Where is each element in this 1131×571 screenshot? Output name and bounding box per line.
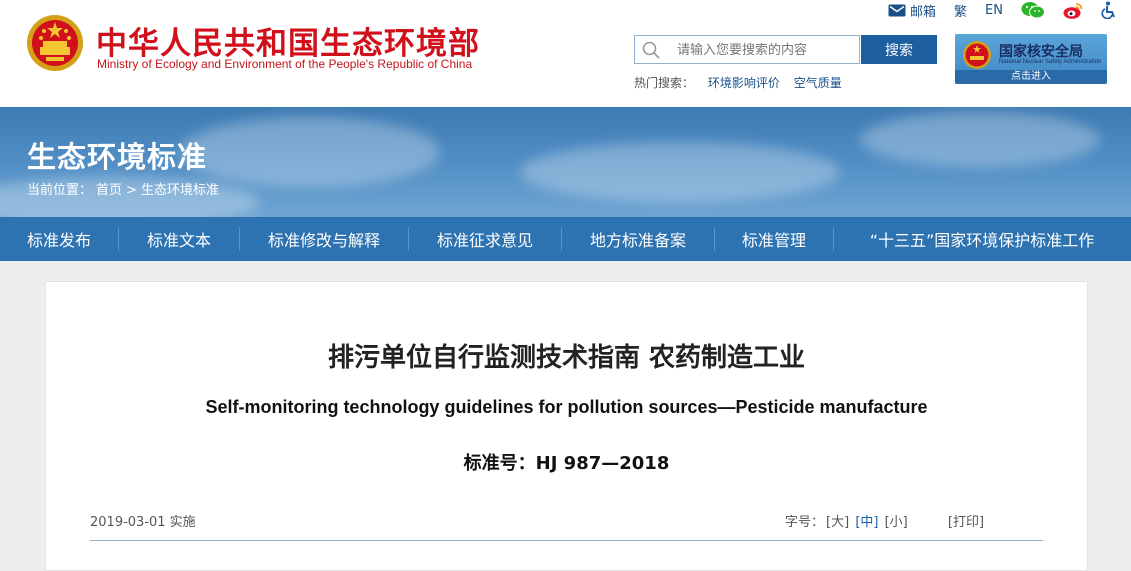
document-panel: 排污单位自行监测技术指南 农药制造工业 Self-monitoring tech… [45,281,1088,571]
divider [90,540,1043,541]
weibo-link[interactable] [1063,2,1083,19]
nav-item-standard-management[interactable]: 标准管理 [715,227,833,251]
search-icon [642,41,660,59]
standard-number: 标准号：HJ 987—2018 [463,453,670,474]
main-nav: 标准发布 标准文本 标准修改与解释 标准征求意见 地方标准备案 标准管理 “十三… [0,217,1131,261]
banner-cloud [180,117,440,187]
breadcrumb-home[interactable]: 首页 [96,183,122,198]
nnsa-banner-link[interactable]: 国家核安全局 National Nuclear Safety Administr… [955,34,1107,84]
wechat-icon [1021,2,1045,19]
national-emblem-icon[interactable] [26,13,84,73]
nav-item-13th-five-year[interactable]: “十三五”国家环境保护标准工作 [834,227,1130,251]
section-banner: 生态环境标准 当前位置： 首页 > 生态环境标准 [0,107,1131,217]
font-size-small-button[interactable]: [小] [885,515,908,530]
site-header: 中华人民共和国生态环境部 Ministry of Ecology and Env… [0,0,1131,107]
mail-icon [888,4,906,16]
search-input[interactable] [675,39,859,62]
nnsa-title-cn: 国家核安全局 [999,44,1083,60]
english-link[interactable]: EN [985,3,1003,18]
hot-search-item[interactable]: 环境影响评价 [708,76,780,90]
effective-date: 2019-03-01 实施 [90,515,196,530]
nav-item-local-standard-filing[interactable]: 地方标准备案 [562,227,714,251]
traditional-label: 繁 [954,4,968,20]
site-title-en[interactable]: Ministry of Ecology and Environment of t… [97,57,472,71]
hot-search: 热门搜索： 环境影响评价 空气质量 [634,74,852,91]
nav-item-standard-revision[interactable]: 标准修改与解释 [240,227,408,251]
document-title-en: Self-monitoring technology guidelines fo… [205,397,928,417]
page-tools: 字号： [大] [中] [小] [打印] [785,511,984,530]
traditional-chinese-link[interactable]: 繁 [954,1,967,20]
breadcrumb-separator: > [126,183,137,198]
nnsa-enter-label: 点击进入 [955,70,1107,84]
accessibility-link[interactable] [1101,1,1117,19]
nav-item-standard-release[interactable]: 标准发布 [0,227,118,251]
hot-search-label: 热门搜索： [634,76,695,90]
search-box [634,35,860,64]
banner-cloud [520,142,840,202]
nav-item-standard-comments[interactable]: 标准征求意见 [409,227,561,251]
english-label: EN [985,2,1003,18]
print-button[interactable]: [打印] [948,515,984,530]
breadcrumb-label: 当前位置： [27,183,93,198]
mail-label: 邮箱 [910,4,937,20]
hot-search-item[interactable]: 空气质量 [794,76,842,90]
banner-cloud [860,112,1100,167]
breadcrumb-current[interactable]: 生态环境标准 [141,183,219,198]
font-size-label: 字号： [785,515,825,530]
nav-item-standard-text[interactable]: 标准文本 [119,227,239,251]
section-title: 生态环境标准 [27,140,208,174]
mail-link[interactable]: 邮箱 [888,1,936,20]
weibo-icon [1063,2,1083,19]
national-emblem-icon [963,41,991,69]
wechat-link[interactable] [1021,1,1045,19]
font-size-medium-button[interactable]: [中] [855,515,878,530]
nnsa-title-en: National Nuclear Safety Administration [999,59,1102,65]
font-size-large-button[interactable]: [大] [826,515,849,530]
breadcrumb: 当前位置： 首页 > 生态环境标准 [27,179,223,198]
document-title-cn: 排污单位自行监测技术指南 农药制造工业 [327,343,806,373]
top-links: 邮箱 繁 EN [870,0,1117,20]
search-button[interactable]: 搜索 [861,35,937,64]
accessibility-icon [1101,1,1115,19]
